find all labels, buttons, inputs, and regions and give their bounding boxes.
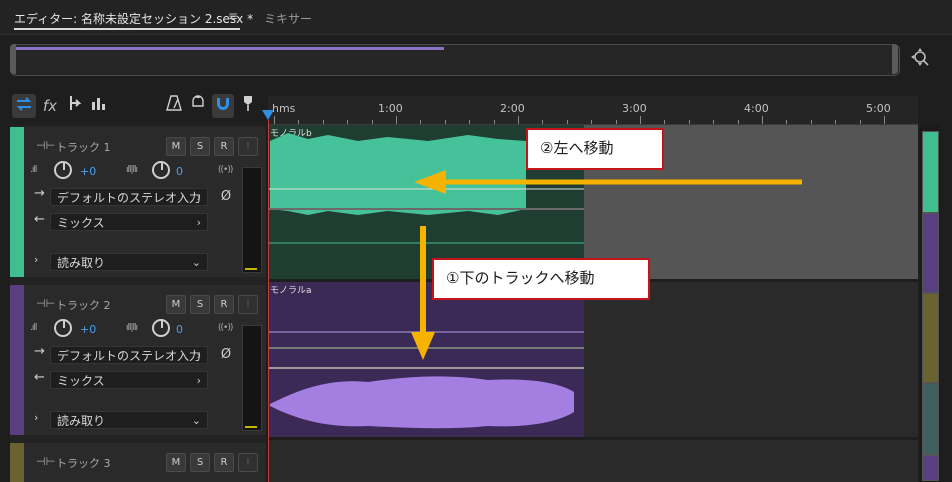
- annotation-move-left: ②左へ移動: [526, 128, 664, 170]
- arrow-down-head: [411, 332, 435, 360]
- arrow-left-head: [414, 170, 446, 194]
- annotation-arrows: [411, 170, 802, 360]
- annotation-move-down: ①下のトラックへ移動: [432, 258, 650, 300]
